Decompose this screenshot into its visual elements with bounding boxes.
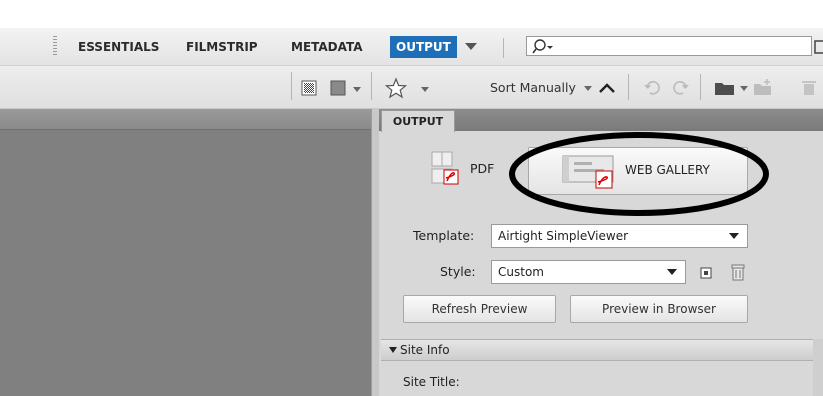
chevron-down-icon bbox=[667, 269, 677, 275]
window-top-strip bbox=[0, 0, 823, 29]
site-title-label: Site Title: bbox=[403, 375, 460, 389]
pdf-icon bbox=[431, 151, 459, 185]
panel-scrollbar[interactable] bbox=[813, 339, 823, 396]
site-info-label: Site Info bbox=[400, 343, 450, 357]
separator bbox=[628, 74, 629, 100]
workspace-menu-dropdown[interactable] bbox=[465, 43, 477, 50]
star-rating-filter-icon[interactable] bbox=[385, 77, 407, 99]
thumbnail-grid-icon[interactable] bbox=[301, 80, 317, 96]
folder-icon[interactable] bbox=[714, 80, 736, 96]
separator bbox=[503, 38, 504, 58]
save-style-icon[interactable] bbox=[699, 265, 715, 281]
preview-in-browser-button[interactable]: Preview in Browser bbox=[570, 295, 748, 323]
pdf-label: PDF bbox=[470, 161, 495, 176]
workspace-tab-metadata[interactable]: METADATA bbox=[291, 38, 363, 56]
tab-output[interactable]: OUTPUT bbox=[381, 110, 455, 132]
trash-icon[interactable] bbox=[801, 79, 817, 97]
separator bbox=[291, 72, 292, 100]
sort-menu[interactable]: Sort Manually bbox=[490, 79, 576, 97]
template-select[interactable]: Airtight SimpleViewer bbox=[491, 224, 748, 248]
trash-icon[interactable] bbox=[730, 264, 746, 282]
pdf-button[interactable]: PDF bbox=[430, 148, 508, 190]
content-panel bbox=[0, 109, 371, 396]
chevron-down-icon[interactable] bbox=[740, 86, 748, 91]
refresh-preview-button[interactable]: Refresh Preview bbox=[403, 295, 556, 323]
separator bbox=[700, 74, 701, 100]
new-folder-icon[interactable] bbox=[753, 78, 773, 96]
style-select[interactable]: Custom bbox=[491, 260, 686, 284]
rotate-left-icon[interactable] bbox=[643, 79, 661, 97]
template-label: Template: bbox=[413, 228, 475, 243]
toolbar-grip-handle[interactable] bbox=[53, 36, 57, 56]
disclosure-triangle-icon bbox=[389, 347, 397, 353]
chevron-down-icon[interactable] bbox=[421, 87, 429, 92]
rotate-right-icon[interactable] bbox=[672, 79, 690, 97]
highlight-ellipse bbox=[509, 132, 769, 216]
site-info-section-header[interactable]: Site Info bbox=[381, 339, 823, 361]
workspace-tab-filmstrip[interactable]: FILMSTRIP bbox=[186, 38, 258, 56]
view-mode-icon[interactable] bbox=[330, 80, 346, 96]
style-value: Custom bbox=[498, 265, 544, 279]
content-panel-header bbox=[0, 109, 371, 130]
workspace-tab-essentials[interactable]: ESSENTIALS bbox=[78, 38, 159, 56]
template-value: Airtight SimpleViewer bbox=[498, 229, 629, 243]
separator bbox=[371, 72, 372, 100]
window-restore-icon[interactable] bbox=[814, 38, 823, 56]
chevron-down-icon bbox=[729, 233, 739, 239]
chevron-down-icon[interactable] bbox=[584, 86, 592, 91]
style-label: Style: bbox=[440, 264, 476, 279]
search-input[interactable] bbox=[526, 36, 812, 56]
chevron-down-icon[interactable] bbox=[353, 87, 361, 92]
search-icon bbox=[532, 39, 553, 54]
sort-ascending-icon[interactable] bbox=[597, 80, 617, 96]
workspace-tab-output[interactable]: OUTPUT bbox=[390, 36, 457, 58]
chevron-down-icon bbox=[465, 43, 477, 50]
